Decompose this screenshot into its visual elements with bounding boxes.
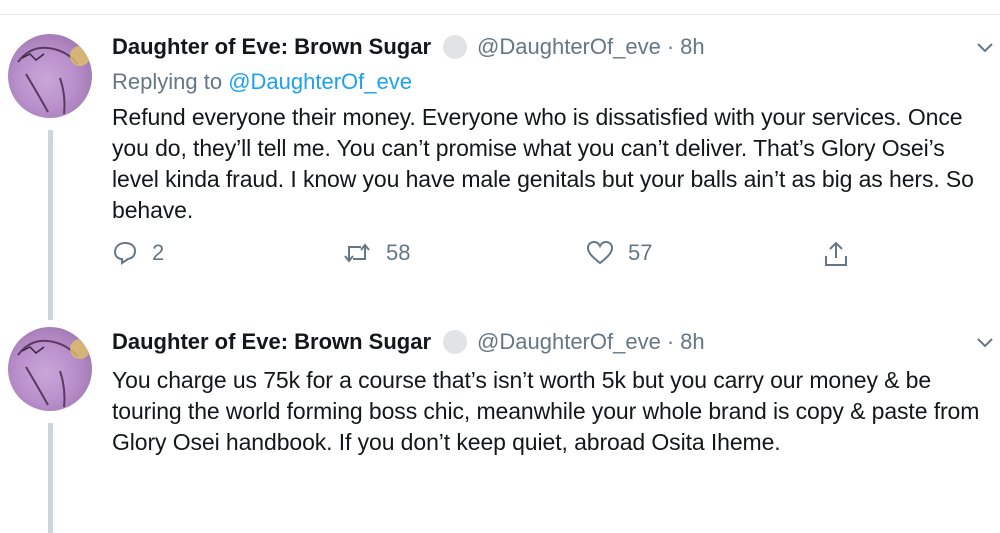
retweet-button[interactable]: 58 [342,240,410,266]
author-name[interactable]: Daughter of Eve: Brown Sugar [112,329,431,355]
replying-to: Replying to @DaughterOf_eve [112,66,992,98]
tweet-text: Refund everyone their money. Everyone wh… [112,104,974,223]
author-handle[interactable]: @DaughterOf_eve [477,329,661,355]
tweet-text: You charge us 75k for a course that’s is… [112,367,980,455]
retweet-count: 58 [386,240,411,265]
reply-count: 2 [152,240,165,265]
timestamp[interactable]: 8h [680,34,704,60]
reply-icon [113,241,137,265]
share-icon [825,241,847,266]
avatar[interactable] [8,34,92,118]
tweet-header: Daughter of Eve: Brown Sugar @DaughterOf… [112,30,992,64]
replying-mention-link[interactable]: @DaughterOf_eve [228,69,412,94]
avatar-illustration [17,339,90,408]
separator: · [666,329,675,354]
chevron-down-icon[interactable] [974,36,996,58]
avatar[interactable] [8,327,92,411]
tweet-header: Daughter of Eve: Brown Sugar @DaughterOf… [112,325,992,359]
avatar-illustration [17,46,90,115]
profile-badge-icon [443,35,468,59]
reply-button[interactable]: 2 [112,240,164,266]
like-button[interactable]: 57 [586,240,652,266]
author-handle[interactable]: @DaughterOf_eve [477,34,661,60]
thread-line [48,423,53,533]
retweet-icon [344,243,370,263]
like-icon [586,240,614,265]
replying-prefix: Replying to [112,69,223,94]
like-count: 57 [628,240,653,265]
separator: · [666,34,675,59]
top-divider [0,14,1000,15]
timestamp[interactable]: 8h [680,329,704,355]
tweet-actions: 2 58 57 [112,240,992,280]
share-button[interactable] [822,240,864,268]
author-name[interactable]: Daughter of Eve: Brown Sugar [112,34,431,60]
chevron-down-icon[interactable] [974,331,996,353]
profile-badge-icon [443,330,468,354]
thread-line [48,130,53,320]
